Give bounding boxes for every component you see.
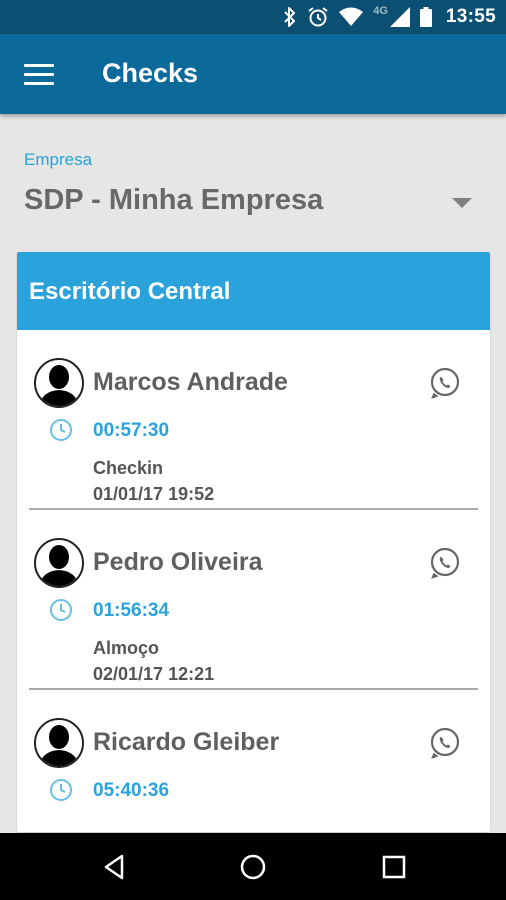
card-title: Escritório Central [29, 278, 231, 305]
status-icons: 4G 13:55 [283, 5, 496, 28]
elapsed-time: 01:56:34 [93, 600, 170, 621]
clock-icon [50, 599, 72, 621]
person-silhouette-icon [39, 725, 79, 766]
person-name: Ricardo Gleiber [93, 728, 280, 756]
avatar [34, 358, 84, 408]
hamburger-icon[interactable] [24, 64, 54, 86]
network-type: 4G [373, 5, 388, 17]
office-card: Escritório Central Marcos Andrade 00:57:… [17, 252, 490, 832]
whatsapp-icon[interactable] [428, 366, 462, 400]
battery-icon [419, 7, 432, 27]
whatsapp-icon[interactable] [428, 546, 462, 580]
event-label: Almoço [93, 638, 160, 658]
company-selected-value: SDP - Minha Empresa [24, 184, 324, 216]
event-label: Checkin [93, 458, 164, 478]
whatsapp-icon[interactable] [428, 726, 462, 760]
bluetooth-icon [284, 7, 296, 27]
nav-bar [0, 833, 506, 900]
person-name: Pedro Oliveira [93, 548, 263, 576]
list-item[interactable]: Pedro Oliveira 01:56:34 Almoço 02/01/17 … [17, 510, 490, 690]
company-dropdown[interactable]: SDP - Minha Empresa [24, 178, 476, 226]
card-header: Escritório Central [17, 252, 490, 330]
list-item[interactable]: Marcos Andrade 00:57:30 Checkin 01/01/17… [17, 330, 490, 510]
event-time: 02/01/17 12:21 [93, 664, 215, 684]
wifi-icon [339, 7, 364, 26]
signal-icon [389, 7, 410, 27]
company-label: Empresa [24, 150, 93, 169]
event-time: 01/01/17 19:52 [93, 484, 215, 504]
list-item[interactable]: Ricardo Gleiber 05:40:36 [17, 690, 490, 832]
avatar [34, 718, 84, 768]
home-icon[interactable] [237, 851, 269, 883]
person-silhouette-icon [39, 365, 79, 406]
person-name: Marcos Andrade [93, 368, 288, 396]
page-title: Checks [102, 58, 199, 88]
dropdown-arrow-icon [452, 198, 472, 208]
elapsed-time: 05:40:36 [93, 780, 170, 801]
person-silhouette-icon [39, 545, 79, 586]
elapsed-time: 00:57:30 [93, 420, 170, 441]
avatar [34, 538, 84, 588]
status-time: 13:55 [445, 6, 496, 27]
clock-icon [50, 779, 72, 801]
app-bar: Checks [0, 34, 506, 114]
status-bar: 4G 13:55 [0, 0, 506, 34]
back-icon[interactable] [98, 851, 130, 883]
clock-icon [50, 419, 72, 441]
recents-icon[interactable] [378, 851, 410, 883]
alarm-icon [308, 7, 328, 27]
